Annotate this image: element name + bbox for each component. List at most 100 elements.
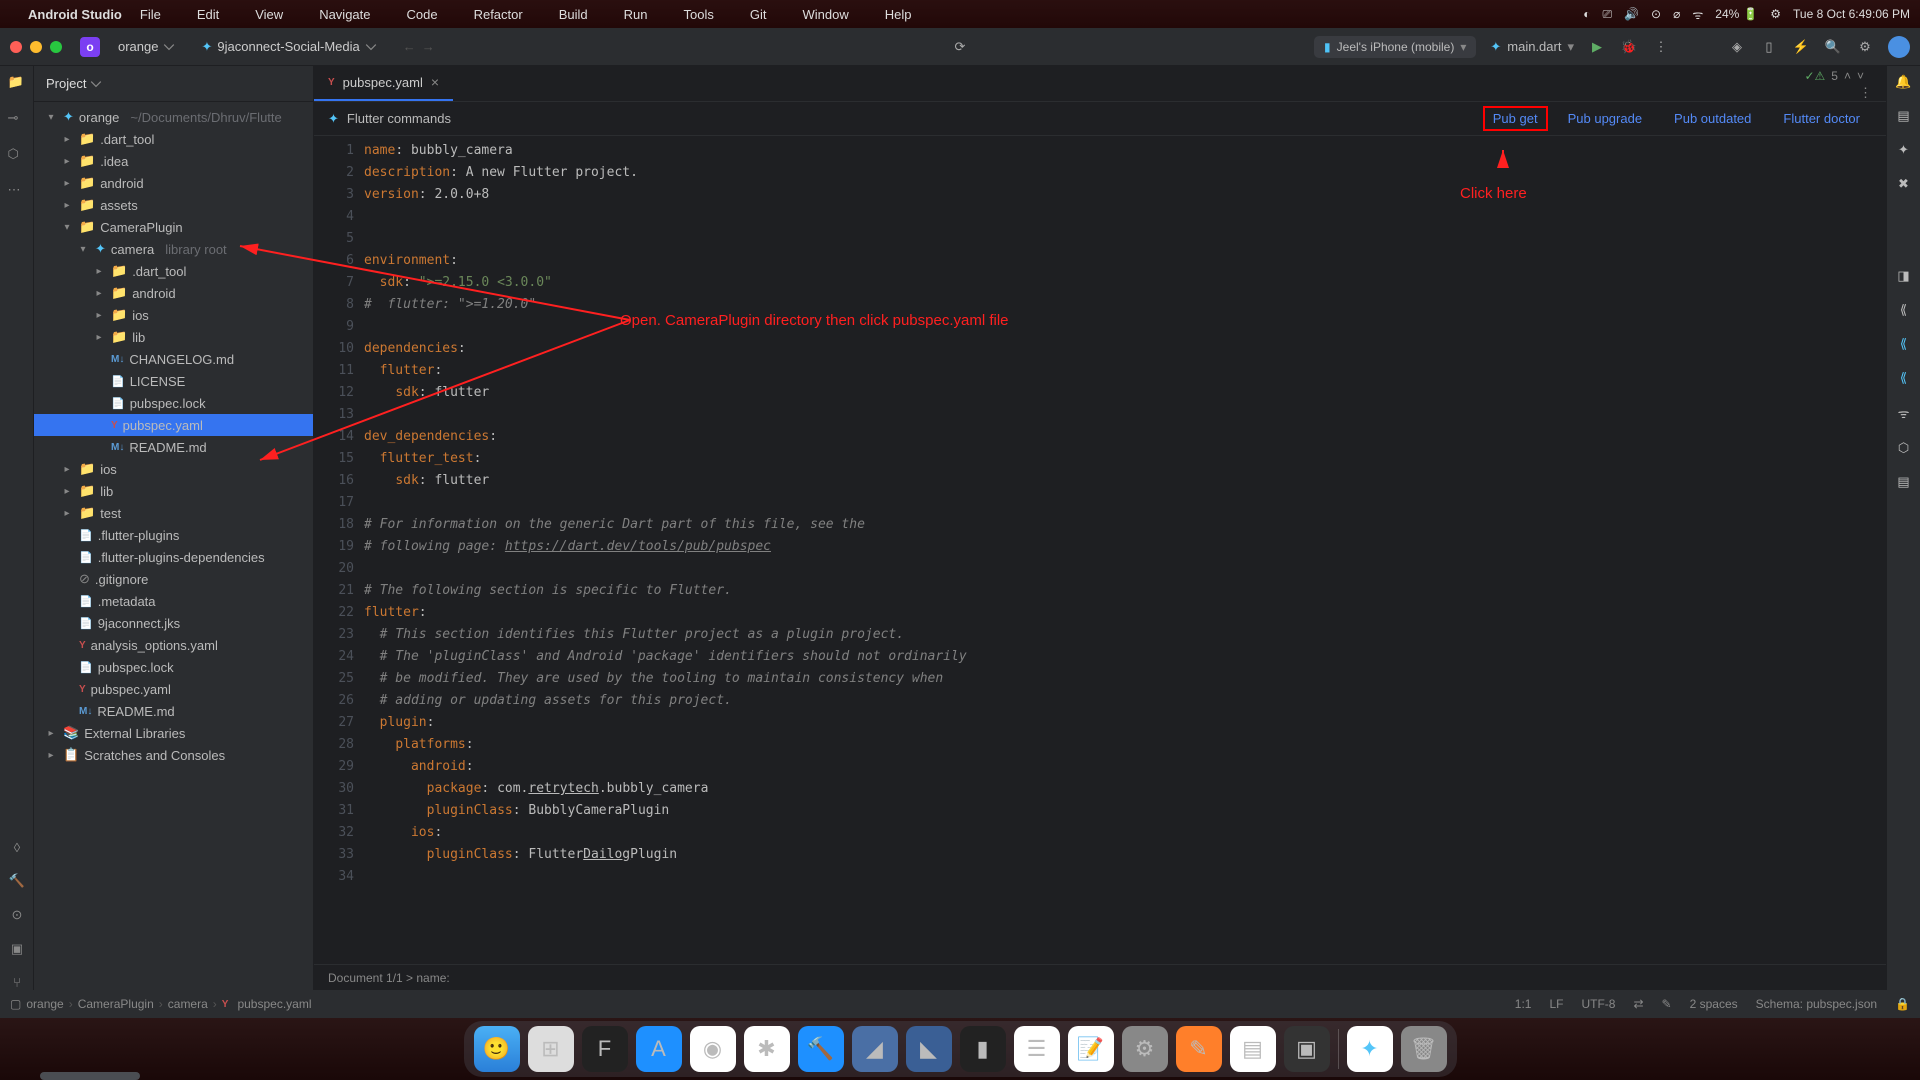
project-avatar[interactable]: o	[80, 37, 100, 57]
play-icon[interactable]: ⊙	[1651, 7, 1661, 21]
dock-app[interactable]: ▤	[1230, 1026, 1276, 1072]
device-manager-icon[interactable]: ▯	[1760, 38, 1778, 56]
dock-slack[interactable]: ✱	[744, 1026, 790, 1072]
tool-icon[interactable]: ✖	[1898, 176, 1909, 192]
search-icon[interactable]: 🔍	[1824, 38, 1842, 56]
dock-finder[interactable]: 🙂	[474, 1026, 520, 1072]
tree-item[interactable]: ▸📚External Libraries	[34, 722, 313, 744]
pub-get-link[interactable]: Pub get	[1483, 106, 1548, 131]
menu-file[interactable]: File	[140, 7, 161, 22]
indent-icon[interactable]: ✎	[1662, 997, 1672, 1011]
tree-item[interactable]: ▸📁.dart_tool	[34, 128, 313, 150]
flutter-outline-icon[interactable]: ⟪	[1900, 370, 1907, 386]
menu-build[interactable]: Build	[559, 7, 588, 22]
tree-item[interactable]: 📄.metadata	[34, 590, 313, 612]
main-config[interactable]: ✦main.dart▾	[1490, 39, 1574, 55]
tree-item[interactable]: ▸📁ios	[34, 458, 313, 480]
menu-git[interactable]: Git	[750, 7, 767, 22]
editor-breadcrumb[interactable]: Document 1/1 > name:	[314, 964, 1886, 990]
dock-chrome[interactable]: ◉	[690, 1026, 736, 1072]
dock-figma[interactable]: F	[582, 1026, 628, 1072]
inspection-widget[interactable]: ✓⚠ 5 ˄ ˅	[1804, 69, 1864, 83]
indent[interactable]: 2 spaces	[1690, 997, 1738, 1011]
close-tab-icon[interactable]: ×	[431, 74, 439, 90]
breadcrumb[interactable]: ▢orange›CameraPlugin›camera›Ypubspec.yam…	[10, 997, 312, 1011]
menu-help[interactable]: Help	[885, 7, 912, 22]
line-sep[interactable]: LF	[1549, 997, 1563, 1011]
flutter-inspector-icon[interactable]: ⟪	[1900, 336, 1907, 352]
dock-reminders[interactable]: ☰	[1014, 1026, 1060, 1072]
tool-icon[interactable]: ⟪	[1900, 302, 1907, 318]
minimize-window[interactable]	[30, 41, 42, 53]
sync-indicator[interactable]: ⟳	[955, 39, 966, 55]
app-name[interactable]: Android Studio	[28, 7, 122, 22]
tool-icon[interactable]: ◨	[1897, 268, 1909, 284]
project-selector[interactable]: orange	[110, 37, 183, 56]
tree-item[interactable]: M↓README.md	[34, 700, 313, 722]
tree-item[interactable]: ▸📁test	[34, 502, 313, 524]
tree-item[interactable]: ▸📁.dart_tool	[34, 260, 313, 282]
dock-app[interactable]: ◢	[852, 1026, 898, 1072]
tree-item[interactable]: M↓README.md	[34, 436, 313, 458]
dock-trash[interactable]: 🗑	[1401, 1026, 1447, 1072]
tree-item[interactable]: ▸📁lib	[34, 326, 313, 348]
tree-item[interactable]: Ypubspec.yaml	[34, 414, 313, 436]
dock-pages[interactable]: ✎	[1176, 1026, 1222, 1072]
device-selector[interactable]: ▮Jeel's iPhone (mobile)▾	[1314, 36, 1476, 58]
tree-item[interactable]: ▸📁android	[34, 282, 313, 304]
tree-item[interactable]: Yanalysis_options.yaml	[34, 634, 313, 656]
readonly-icon[interactable]: ⇄	[1633, 997, 1643, 1011]
encoding[interactable]: UTF-8	[1581, 997, 1615, 1011]
dock-appstore[interactable]: A	[636, 1026, 682, 1072]
tree-item[interactable]: ▾✦cameralibrary root	[34, 238, 313, 260]
run-config-selector[interactable]: ✦9jaconnect-Social-Media	[193, 37, 384, 57]
lock-icon[interactable]: 🔒	[1895, 997, 1910, 1011]
tool-icon[interactable]: ᯤ	[1898, 404, 1910, 422]
tree-item[interactable]: ▾📁CameraPlugin	[34, 216, 313, 238]
commit-tool-icon[interactable]: ⊸	[8, 110, 26, 128]
build-icon[interactable]: 🔨	[9, 873, 25, 889]
tree-item[interactable]: 📄pubspec.lock	[34, 656, 313, 678]
tree-item[interactable]: ▸📁ios	[34, 304, 313, 326]
dock-launchpad[interactable]: ⊞	[528, 1026, 574, 1072]
debug-button[interactable]: 🐞	[1620, 38, 1638, 56]
volume-icon[interactable]: 🔊	[1624, 7, 1639, 21]
menu-view[interactable]: View	[255, 7, 283, 22]
chevron-down-icon[interactable]: ˅	[1857, 69, 1864, 83]
breadcrumb-segment[interactable]: orange	[26, 997, 63, 1011]
chevron-up-icon[interactable]: ˄	[1844, 69, 1851, 83]
flash-icon[interactable]: ⚡	[1792, 38, 1810, 56]
pub-upgrade-link[interactable]: Pub upgrade	[1556, 111, 1654, 126]
status-icon[interactable]: ⎚	[1602, 7, 1612, 22]
dock-xcode[interactable]: 🔨	[798, 1026, 844, 1072]
run-button[interactable]: ▶	[1588, 38, 1606, 56]
tree-item[interactable]: 📄.flutter-plugins-dependencies	[34, 546, 313, 568]
bookmark-icon[interactable]: ◊	[14, 840, 20, 855]
vcs-icon[interactable]: ⑂	[13, 975, 21, 990]
pub-outdated-link[interactable]: Pub outdated	[1662, 111, 1763, 126]
dock-settings[interactable]: ⚙	[1122, 1026, 1168, 1072]
ai-icon[interactable]: ✦	[1898, 142, 1909, 158]
dock-app[interactable]: ▣	[1284, 1026, 1330, 1072]
problems-icon[interactable]: ⊙	[12, 907, 23, 923]
menu-refactor[interactable]: Refactor	[474, 7, 523, 22]
settings-icon[interactable]: ⚙	[1856, 38, 1874, 56]
more-run[interactable]: ⋮	[1652, 38, 1670, 56]
tree-item[interactable]: ▸📋Scratches and Consoles	[34, 744, 313, 766]
wifi-icon[interactable]: ᯤ	[1692, 6, 1703, 23]
horizontal-scrollbar[interactable]	[40, 1072, 140, 1080]
tab-overflow[interactable]: ⋮	[1845, 85, 1886, 101]
tree-item[interactable]: ▸📁.idea	[34, 150, 313, 172]
tree-item[interactable]: ▸📁android	[34, 172, 313, 194]
tree-item[interactable]: ▸📁lib	[34, 480, 313, 502]
menu-code[interactable]: Code	[407, 7, 438, 22]
menu-navigate[interactable]: Navigate	[319, 7, 370, 22]
tree-item[interactable]: 📄pubspec.lock	[34, 392, 313, 414]
menu-tools[interactable]: Tools	[684, 7, 714, 22]
terminal-icon[interactable]: ▣	[11, 941, 23, 957]
more-tool-icon[interactable]: ⋯	[8, 182, 26, 200]
gradle-icon[interactable]: ▤	[1897, 108, 1909, 124]
tool-icon[interactable]: ⬡	[1898, 440, 1909, 456]
menu-edit[interactable]: Edit	[197, 7, 219, 22]
ide-update-icon[interactable]: ◈	[1728, 38, 1746, 56]
